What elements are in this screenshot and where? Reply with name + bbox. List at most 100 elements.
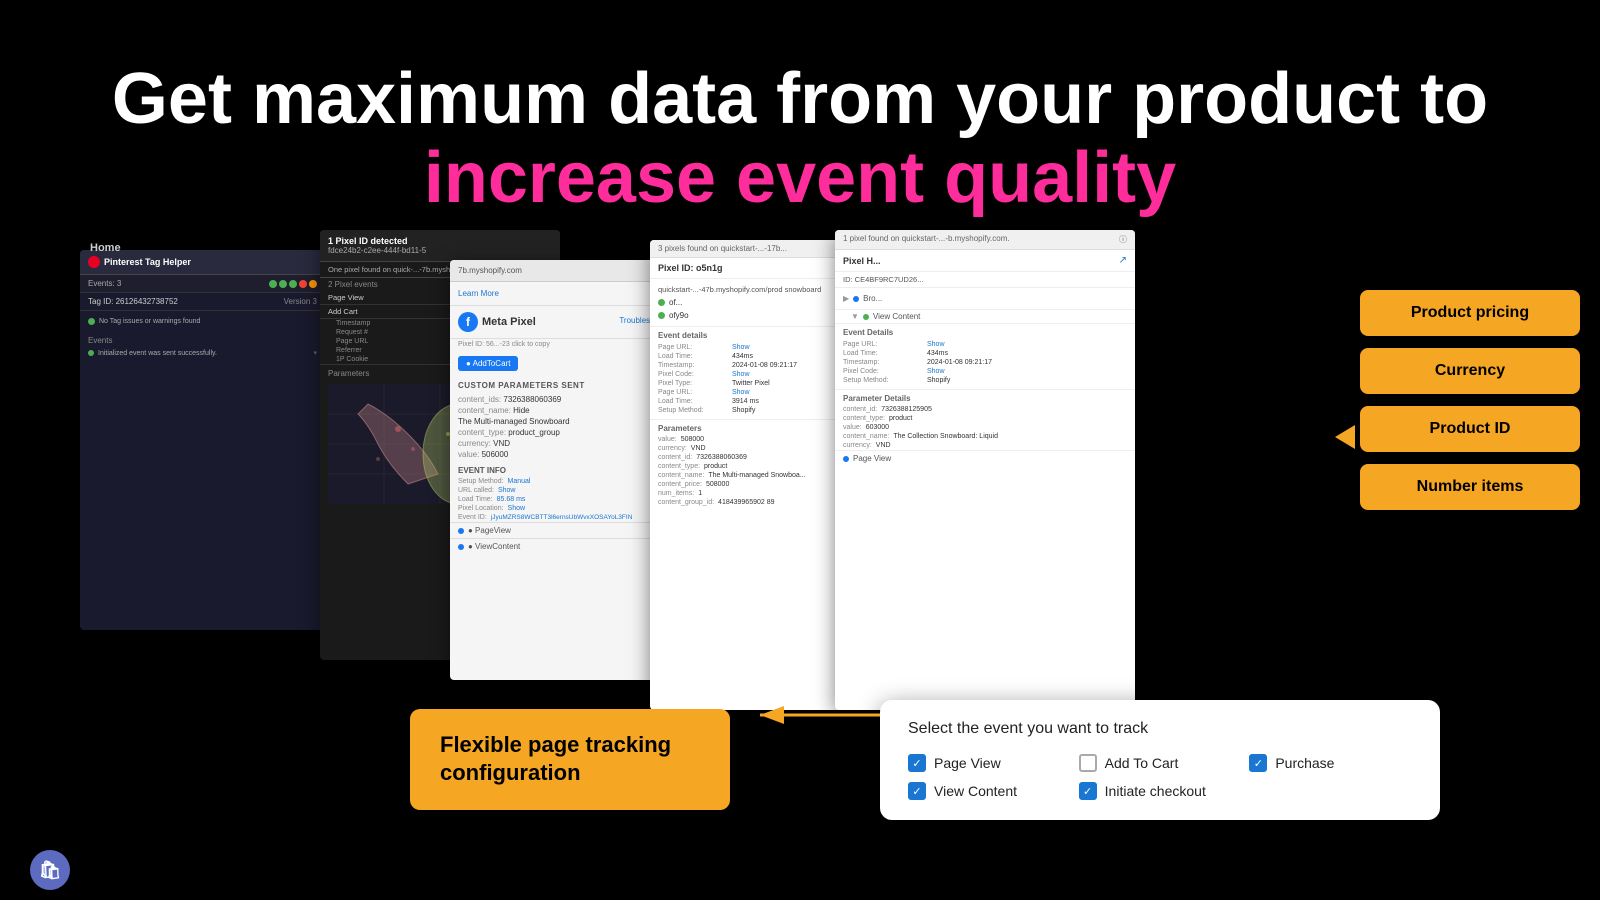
pid-view-content-row: ▼ View Content	[835, 310, 1135, 323]
callout-text: Flexible page tracking configuration	[440, 732, 671, 786]
pe-referrer-key: Referrer	[336, 347, 362, 354]
pid-pr3: value:603000	[835, 423, 1135, 432]
pid-pr2: content_type:product	[835, 414, 1135, 423]
checkbox-addtocart[interactable]	[1079, 754, 1097, 772]
pid-header: Pixel H... ↗	[835, 250, 1135, 272]
events-label-title: Events	[80, 332, 325, 347]
badge-number-items: Number items	[1360, 464, 1580, 510]
init-event-row: Initialized event was sent successfully.…	[80, 347, 325, 359]
meta-url: 7b.myshopify.com	[458, 266, 522, 275]
checkbox-purchase[interactable]	[1249, 754, 1267, 772]
init-event-text: Initialized event was sent successfully.	[98, 350, 217, 357]
info-icon: ⓘ	[1119, 234, 1127, 245]
badge-currency: Currency	[1360, 348, 1580, 394]
add-to-cart-btn[interactable]: ● AddToCart	[458, 356, 518, 371]
facebook-icon: f	[458, 312, 478, 332]
dot-blue-icon	[458, 528, 464, 534]
event-tracker-title: Select the event you want to track	[908, 720, 1412, 738]
pe-addcart-label: Add Cart	[328, 307, 358, 316]
event-tracker-grid: Page View Add To Cart Purchase View Cont…	[908, 754, 1412, 800]
pid-pr5: currency:VND	[835, 441, 1135, 450]
hero-heading: Get maximum data from your product to in…	[0, 60, 1600, 218]
status-green-icon	[88, 318, 95, 325]
hero-line1: Get maximum data from your product to	[112, 59, 1488, 139]
panel-pixel-right: 1 pixel found on quickstart-...-b.myshop…	[835, 230, 1135, 710]
brow-label: Bro...	[863, 294, 882, 303]
pid-page-view: Page View	[835, 450, 1135, 466]
pid-id-row: ID: CE4BF9RC7UD26...	[835, 272, 1135, 288]
shopify-glyph: 🛍	[39, 860, 62, 881]
chevron-icon: ▾	[313, 349, 317, 357]
pe-badge-label: 1 Pixel ID detected	[328, 236, 552, 246]
pid-event-details: Event Details Page URL:Show Load Time:43…	[835, 323, 1135, 389]
dot-green-icon	[269, 280, 277, 288]
badge-product-pricing: Product pricing	[1360, 290, 1580, 336]
pid-params-title: Parameter Details	[835, 389, 1135, 405]
events-label: Events: 3	[88, 279, 121, 288]
hero-line2: increase event quality	[424, 138, 1176, 218]
meta-pixel-name: Meta Pixel	[482, 316, 536, 328]
pid-d1: Page URL:Show	[843, 340, 1127, 349]
dot-blue2-icon	[458, 544, 464, 550]
pid-d2: Load Time:434ms	[843, 349, 1127, 358]
pid-d4: Pixel Code:Show	[843, 367, 1127, 376]
tag-id-row: Tag ID: 26126432738752 Version 3	[80, 293, 325, 311]
dot-green3-icon	[289, 280, 297, 288]
et-item-addtocart: Add To Cart	[1079, 754, 1242, 772]
pe-header: 1 Pixel ID detected fdce24b2-c2ee-444f-b…	[320, 230, 560, 262]
page-view-label: ● PageView	[468, 526, 511, 535]
pid-d3: Timestamp:2024-01-08 09:21:17	[843, 358, 1127, 367]
pid-pr1: content_id:7326388125905	[835, 405, 1135, 414]
pid-topbar-text: 1 pixel found on quickstart-...-b.myshop…	[843, 234, 1010, 245]
checkbox-initiatecheckout[interactable]	[1079, 782, 1097, 800]
check-dot2-icon	[658, 312, 665, 319]
callout-arrow-icon	[750, 685, 890, 750]
badge-product-id: Product ID	[1360, 406, 1580, 452]
home-nav[interactable]: Home	[90, 242, 121, 254]
init-dot-icon	[88, 350, 94, 356]
pid-brow-section: ▶ Bro...	[835, 288, 1135, 310]
et-item-viewcontent: View Content	[908, 782, 1071, 800]
brow-dot-icon	[853, 296, 859, 302]
dot-red-icon	[299, 280, 307, 288]
et-label-addtocart: Add To Cart	[1105, 755, 1179, 771]
pe-request-key: Request #	[336, 329, 368, 336]
pe-pixel-id: fdce24b2-c2ee-444f-bd11-5	[328, 246, 552, 255]
et-label-viewcontent: View Content	[934, 783, 1017, 799]
no-tag-row: No Tag issues or warnings found	[88, 315, 317, 328]
et-label-purchase: Purchase	[1275, 755, 1334, 771]
vc-dot-icon	[863, 314, 869, 320]
checkbox-pageview[interactable]	[908, 754, 926, 772]
et-label-initiatecheckout: Initiate checkout	[1105, 783, 1206, 799]
pe-pageurl-key: Page URL	[336, 338, 368, 345]
pid-pr4: content_name:The Collection Snowboard: L…	[835, 432, 1135, 441]
checkbox-viewcontent[interactable]	[908, 782, 926, 800]
pe-pageview-label: Page View	[328, 293, 364, 302]
meta-logo: f Meta Pixel	[458, 312, 536, 332]
external-link-icon[interactable]: ↗	[1119, 255, 1127, 266]
pid-event-title: Event Details	[843, 328, 1127, 340]
product-id-arrow-icon	[1335, 425, 1355, 449]
no-tag-text: No Tag issues or warnings found	[99, 318, 200, 325]
events-section: No Tag issues or warnings found	[80, 311, 325, 332]
pid-title: Pixel H...	[843, 256, 881, 266]
panel-pinterest: Pinterest Tag Helper Events: 3 Tag ID: 2…	[80, 250, 325, 630]
meta-pixel-id-text: Pixel ID: 56...-23 click to copy	[458, 341, 550, 348]
et-label-pageview: Page View	[934, 755, 1001, 771]
pid-d5: Setup Method:Shopify	[843, 376, 1127, 385]
vc-arrow-icon: ▼	[851, 312, 859, 321]
panel-pinterest-topbar: Events: 3	[80, 275, 325, 293]
pe-cookie-key: 1P Cookie	[336, 356, 368, 363]
arrow-right-icon: ▶	[843, 294, 849, 303]
pid-pv-dot-icon	[843, 456, 849, 462]
dot-row	[269, 280, 317, 288]
pid-topbar: 1 pixel found on quickstart-...-b.myshop…	[835, 230, 1135, 250]
et-item-pageview: Page View	[908, 754, 1071, 772]
feature-badges: Product pricing Currency Product ID Numb…	[1360, 290, 1580, 510]
pid-pv-label: Page View	[853, 454, 891, 463]
dot-orange-icon	[309, 280, 317, 288]
check-dot1-icon	[658, 299, 665, 306]
learn-more-link[interactable]: Learn More	[458, 289, 499, 298]
callout-arrow-svg	[750, 685, 890, 745]
pinterest-logo-icon	[88, 256, 100, 268]
